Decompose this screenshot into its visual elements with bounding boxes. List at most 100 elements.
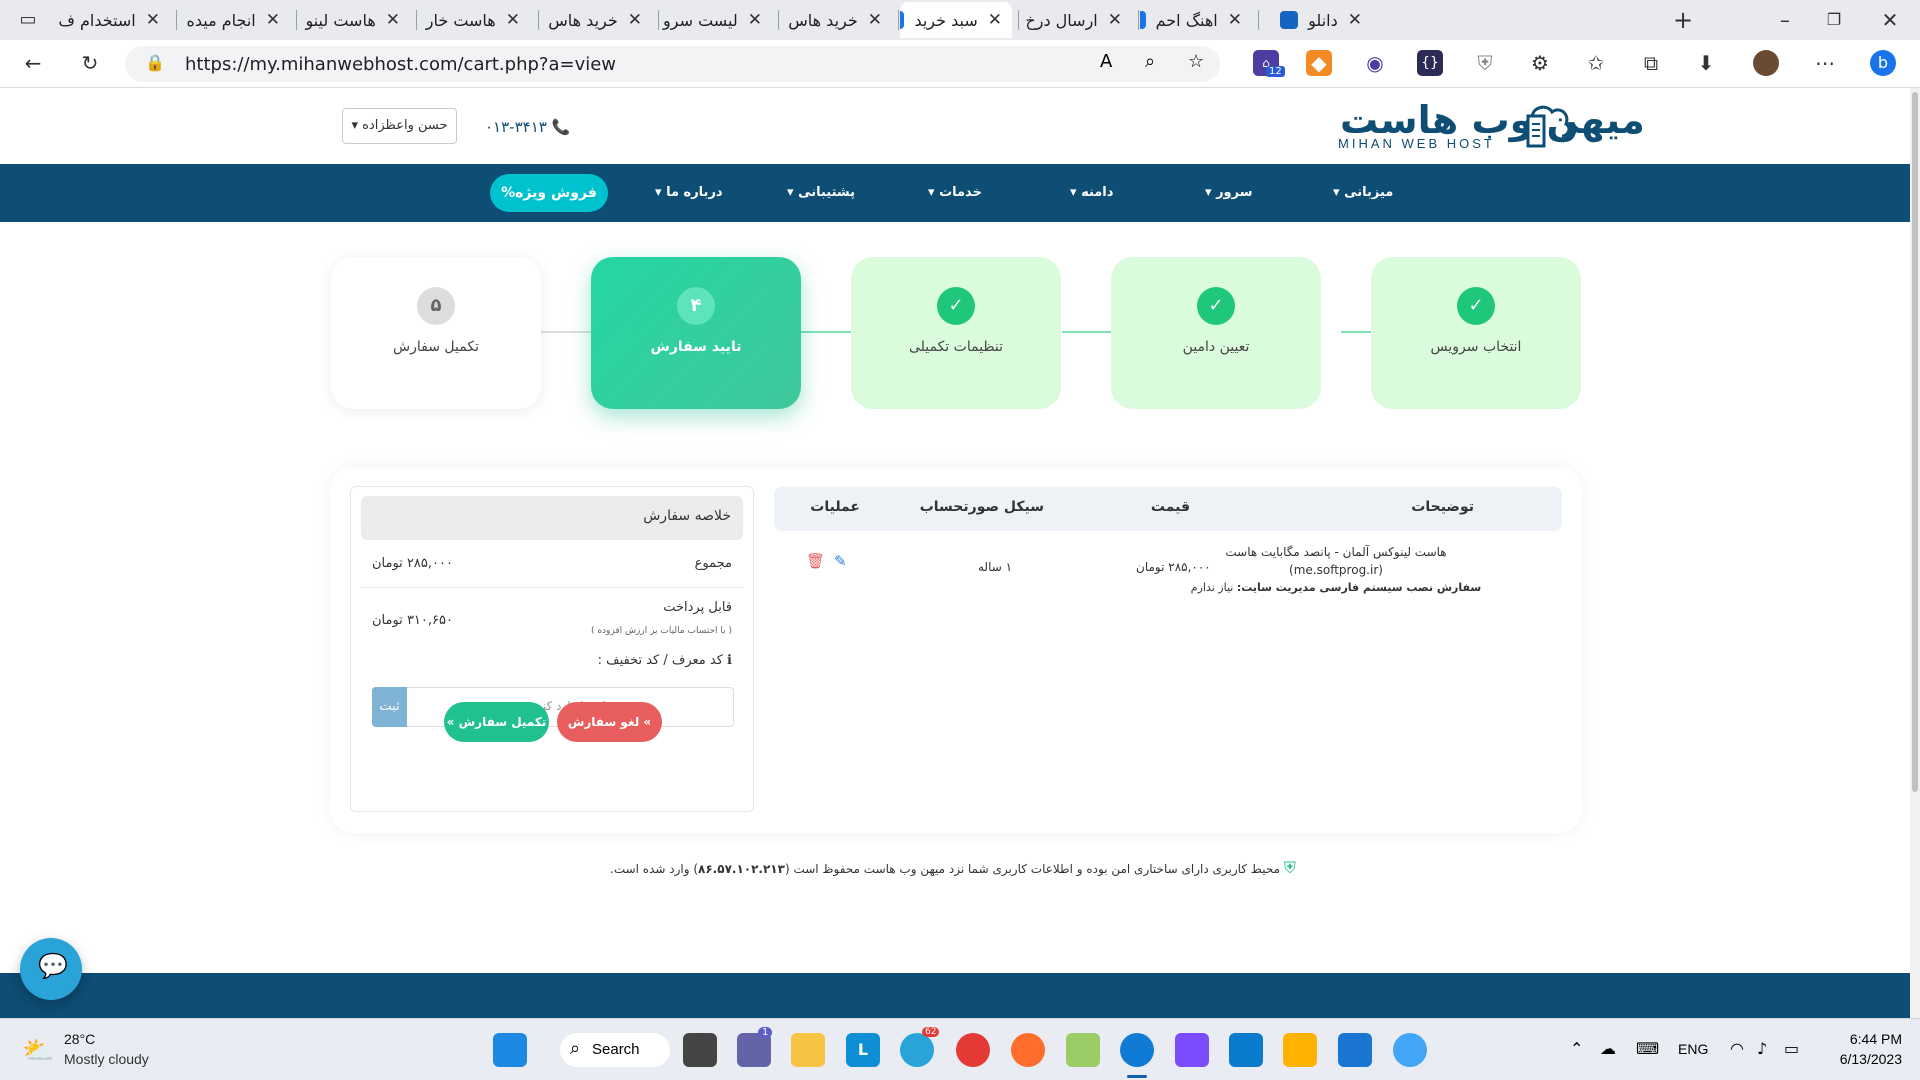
app-oo-icon[interactable] [956,1033,990,1067]
nav-item-services[interactable]: خدمات ▾ [928,164,982,222]
notepad-icon[interactable] [1338,1033,1372,1067]
back-icon[interactable]: ← [20,50,46,76]
discount-code-input[interactable]: کد را وارد کنید [372,687,734,727]
browser-tab[interactable]: ✕ هاست لینو [298,2,410,38]
app-leaf-icon[interactable] [1066,1033,1100,1067]
cloud-icon[interactable]: ☁ [1600,1039,1616,1058]
close-tab-icon[interactable]: ✕ [506,10,520,30]
read-aloud-icon[interactable]: A [1100,51,1112,72]
step-connector [541,331,591,333]
visual-studio-icon[interactable] [1175,1033,1209,1067]
browser-tab[interactable]: ✕ استخدام ف [58,2,170,38]
close-tab-icon[interactable]: ✕ [748,10,762,30]
browser-tab[interactable]: ✕ لیست سرو [660,2,772,38]
close-tab-icon[interactable]: ✕ [988,10,1002,30]
page-scrollbar[interactable] [1910,88,1920,1018]
clock-time[interactable]: 6:44 PM [1832,1031,1902,1047]
scrollbar-thumb[interactable] [1912,92,1918,792]
payable-note: ( با احتساب مالیات بر ارزش افزوده ) [590,626,732,636]
browser-tab[interactable]: ✕ خرید هاس [780,2,892,38]
vscode-icon[interactable] [1229,1033,1263,1067]
item-addon: سفارش نصب سیستم فارسی مدیریت سایت: نیاز … [1186,579,1486,597]
nav-item-domain[interactable]: دامنه ▾ [1070,164,1113,222]
browser-tab[interactable]: ✕ انجام میده [178,2,290,38]
close-tab-icon[interactable]: ✕ [628,10,642,30]
support-phone[interactable]: 📞 ۰۱۳-۳۴۱۳ [485,118,570,136]
browser-tab[interactable]: ✕ دانلو [1260,2,1372,38]
shield-extension-icon[interactable]: ⛨ [1472,50,1498,76]
teams-icon[interactable] [737,1033,771,1067]
menu-icon[interactable]: ⋯ [1812,50,1838,76]
ai-extension-icon[interactable]: ◉ [1362,50,1388,76]
user-menu[interactable]: حسن واعظزاده ▾ [342,108,457,144]
nav-item-about[interactable]: درباره ما ▾ [655,164,723,222]
profile-avatar[interactable] [1753,50,1779,76]
edit-icon[interactable]: ✎ [834,552,847,570]
minimize-icon[interactable]: – [1772,7,1798,33]
nav-item-support[interactable]: پشتیبانی ▾ [787,164,855,222]
battery-icon[interactable]: ▭ [1784,1039,1799,1058]
app-l-icon[interactable]: L [846,1033,880,1067]
edge-icon[interactable] [1120,1033,1154,1067]
nav-item-hosting[interactable]: میزبانی ▾ [1333,164,1393,222]
tab-actions-icon[interactable]: ▭ [15,7,41,33]
favorites-icon[interactable]: ✩ [1583,50,1609,76]
volume-icon[interactable]: ♪ [1757,1039,1767,1058]
code-extension-icon[interactable]: {} [1417,50,1443,76]
close-tab-icon[interactable]: ✕ [146,10,160,30]
start-icon[interactable] [493,1033,527,1067]
weather-desc[interactable]: Mostly cloudy [64,1051,149,1067]
close-tab-icon[interactable]: ✕ [1348,10,1362,30]
browser-tab[interactable]: ✕ هاست خار [418,2,530,38]
weather-temp[interactable]: 28°C [64,1031,95,1047]
check-icon: ✓ [1197,287,1235,325]
extensions-icon[interactable]: ⚙ [1527,50,1553,76]
task-view-icon[interactable] [683,1033,717,1067]
telegram-badge: 62 [922,1027,940,1037]
close-tab-icon[interactable]: ✕ [266,10,280,30]
app-tools-icon[interactable] [1283,1033,1317,1067]
browser-tab[interactable]: ✕ سبد خرید [900,2,1012,38]
zoom-icon[interactable]: ⌕ [1145,51,1155,72]
close-tab-icon[interactable]: ✕ [1108,10,1122,30]
wifi-icon[interactable]: ◠ [1730,1039,1744,1058]
nav-item-server[interactable]: سرور ▾ [1205,164,1253,222]
metamask-icon[interactable]: ◆ [1306,50,1332,76]
taskbar-search[interactable]: ⌕ Search [560,1033,670,1067]
chat-button[interactable]: 💬 [20,938,82,1000]
collections-icon[interactable]: ⧉ [1638,50,1664,76]
step-label: تعیین دامین [1182,339,1250,355]
download-icon[interactable]: ⬇ [1693,50,1719,76]
submit-code-button[interactable]: ثبت [372,687,407,727]
close-window-icon[interactable]: ✕ [1877,7,1903,33]
complete-order-button[interactable]: تکمیل سفارش » [444,702,549,742]
browser-tab[interactable]: ✕ خرید هاس [540,2,652,38]
favorite-add-icon[interactable]: ☆ [1188,51,1204,72]
clock-date[interactable]: 6/13/2023 [1822,1051,1902,1067]
language-indicator[interactable]: ENG [1678,1041,1708,1057]
close-tab-icon[interactable]: ✕ [1228,10,1242,30]
address-bar[interactable]: 🔒 https://my.mihanwebhost.com/cart.php?a… [125,46,1220,82]
delete-icon[interactable]: 🗑 [806,552,825,570]
cancel-order-button[interactable]: » لغو سفارش [557,702,662,742]
keyboard-icon[interactable]: ⌨ [1636,1039,1659,1058]
bing-icon[interactable]: b [1870,50,1896,76]
close-tab-icon[interactable]: ✕ [386,10,400,30]
special-sale-button[interactable]: فروش ویژه% [490,174,608,212]
refresh-icon[interactable]: ↻ [77,50,103,76]
maximize-icon[interactable]: ❐ [1821,7,1847,33]
browser-tab[interactable]: ✕ ارسال درخ [1020,2,1132,38]
chevron-up-icon[interactable]: ⌃ [1570,1039,1583,1058]
telegram-icon[interactable] [900,1033,934,1067]
file-explorer-icon[interactable] [791,1033,825,1067]
app-pen-icon[interactable] [1011,1033,1045,1067]
tab-separator [1018,10,1019,30]
security-note: ⛨ محیط کاربری دارای ساختاری امن بوده و ا… [610,858,1296,878]
new-tab-icon[interactable]: + [1670,7,1696,33]
browser-tab[interactable]: ✕ اهنگ احم [1140,2,1252,38]
app-globe-icon[interactable] [1393,1033,1427,1067]
step-number: ۴ [677,287,715,325]
close-tab-icon[interactable]: ✕ [868,10,882,30]
weather-icon[interactable]: ⛅ [22,1036,54,1066]
user-name: حسن واعظزاده [362,118,448,133]
